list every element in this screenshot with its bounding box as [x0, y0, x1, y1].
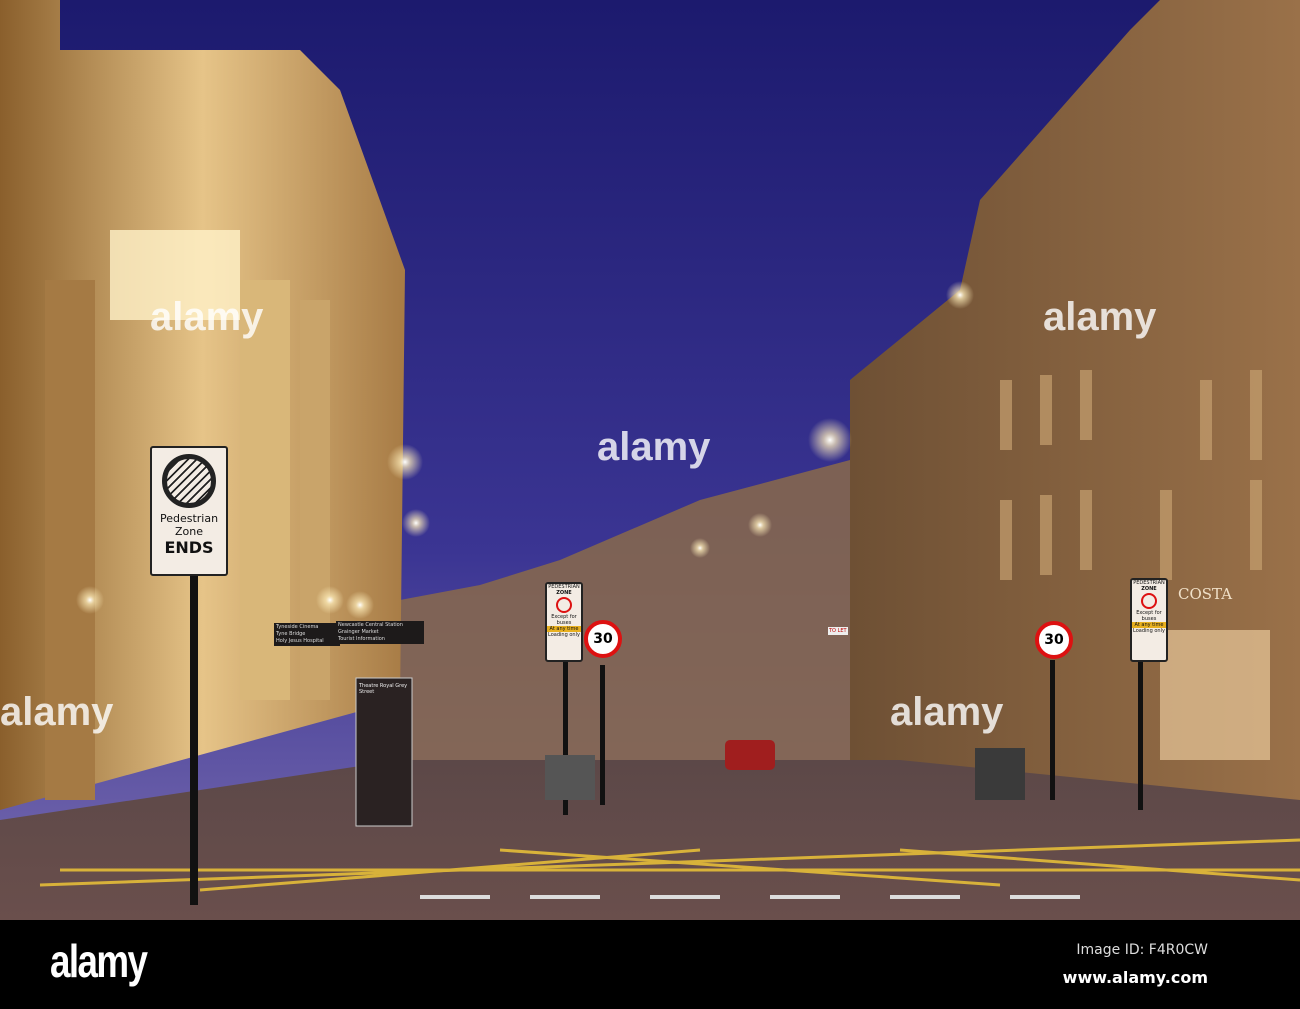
- pedestrian-zone-sign: PEDESTRIAN ZONE Except for buses At any …: [545, 582, 583, 662]
- watermark: alamy: [150, 295, 264, 339]
- sign-text: Tyne Bridge: [276, 631, 306, 637]
- sign-text: Tourist Information: [338, 636, 385, 642]
- alamy-logo: alamy: [50, 935, 148, 987]
- stock-photo: Pedestrian Zone ENDS PEDESTRIAN ZONE Exc…: [0, 0, 1300, 1009]
- watermark: alamy: [1043, 295, 1157, 339]
- direction-sign-left: Tyneside Cinema Tyne Bridge Holy Jesus H…: [274, 623, 340, 646]
- sign-text: ENDS: [164, 538, 214, 557]
- bins: [545, 755, 595, 800]
- site-url: www.alamy.com: [1062, 968, 1208, 987]
- sign-text: Newcastle Central Station: [338, 622, 403, 628]
- speed-limit-sign: 30: [584, 620, 622, 658]
- sign-pole: [1050, 660, 1055, 800]
- sign-pole: [190, 570, 198, 905]
- watermark: alamy: [0, 690, 114, 734]
- sign-text: Pedestrian: [159, 512, 219, 525]
- sign-text: Loading only: [548, 632, 580, 638]
- shop-window: [1160, 630, 1270, 760]
- no-vehicles-icon: [162, 454, 216, 508]
- sign-text: Holy Jesus Hospital: [276, 638, 324, 644]
- sign-text: Tyneside Cinema: [276, 624, 319, 630]
- no-vehicles-icon: [1141, 593, 1157, 609]
- sign-pole: [1138, 660, 1143, 810]
- no-vehicles-icon: [556, 597, 572, 613]
- info-board: [355, 677, 413, 827]
- watermark: alamy: [597, 425, 711, 469]
- speed-limit-sign: 30: [1035, 621, 1073, 659]
- pedestrian-zone-sign: PEDESTRIAN ZONE Except for buses At any …: [1130, 578, 1168, 662]
- shop-sign: COSTA: [1178, 585, 1233, 603]
- info-board-title: Theatre Royal Grey Street: [359, 683, 408, 695]
- sign-text: Except for buses: [1136, 610, 1162, 622]
- sign-text: Loading only: [1133, 628, 1165, 634]
- sign-text: Grainger Market: [338, 629, 379, 635]
- sign-text: Except for buses: [551, 614, 577, 626]
- sign-text: ZONE: [556, 590, 572, 596]
- red-car: [725, 740, 775, 770]
- sign-text: ZONE: [1141, 586, 1157, 592]
- bins: [975, 748, 1025, 800]
- watermark: alamy: [890, 690, 1004, 734]
- sign-pole: [600, 665, 605, 805]
- direction-sign-right: Newcastle Central Station Grainger Marke…: [336, 621, 424, 644]
- to-let-sign: TO LET: [828, 627, 848, 635]
- footer-bar: alamy Image ID: F4R0CW www.alamy.com: [0, 920, 1300, 1009]
- sign-text: Zone: [174, 525, 203, 538]
- pedestrian-zone-ends-sign: Pedestrian Zone ENDS: [150, 446, 228, 576]
- image-id: Image ID: F4R0CW: [1076, 942, 1208, 958]
